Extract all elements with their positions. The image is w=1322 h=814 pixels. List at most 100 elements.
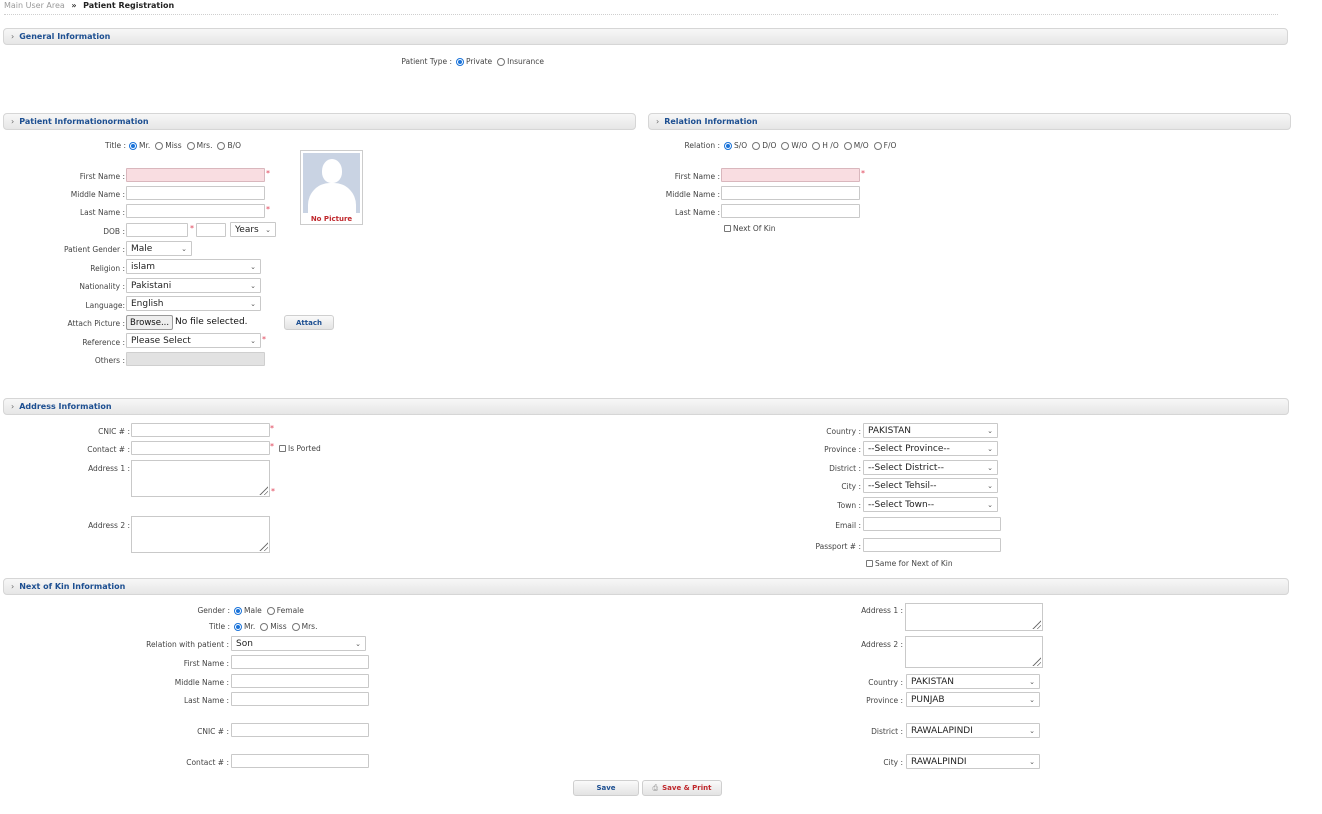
radio-kin-female-label: Female xyxy=(276,606,304,615)
kin-address2-label: Address 2 : xyxy=(861,640,903,649)
breadcrumb-parent[interactable]: Main User Area xyxy=(4,1,65,10)
chevron-down-icon: ⌄ xyxy=(1029,695,1035,704)
radio-mo[interactable] xyxy=(843,141,852,150)
radio-bo[interactable] xyxy=(217,141,226,150)
kin-relation-select[interactable]: Son ⌄ xyxy=(231,636,366,651)
required-icon: * xyxy=(270,442,274,451)
attach-button[interactable]: Attach xyxy=(284,315,334,330)
radio-so[interactable] xyxy=(724,141,732,150)
kin-cnic-label: CNIC # : xyxy=(197,727,229,736)
kin-address2-textarea[interactable] xyxy=(905,636,1043,668)
kin-middle-name-input[interactable] xyxy=(231,674,369,688)
radio-kin-mr[interactable] xyxy=(234,622,242,631)
kin-cnic-input[interactable] xyxy=(231,723,369,737)
relation-first-name-input[interactable] xyxy=(721,168,860,182)
email-input[interactable] xyxy=(863,517,1001,531)
address2-label: Address 2 : xyxy=(88,521,130,530)
section-general-information[interactable]: › General Information xyxy=(3,28,1288,45)
town-select[interactable]: --Select Town-- ⌄ xyxy=(863,497,998,512)
chevron-down-icon: ⌄ xyxy=(987,481,993,490)
section-patient-information[interactable]: › Patient Informationormation xyxy=(3,113,636,130)
radio-insurance[interactable] xyxy=(497,57,506,66)
save-button-label: Save xyxy=(596,784,616,792)
expand-arrow-icon: › xyxy=(656,117,660,126)
age-unit-select[interactable]: Years ⌄ xyxy=(230,222,276,237)
is-ported-row: Is Ported xyxy=(279,444,321,453)
radio-kin-miss[interactable] xyxy=(260,622,269,631)
section-next-of-kin-information[interactable]: › Next of Kin Information xyxy=(3,578,1289,595)
section-address-information[interactable]: › Address Information xyxy=(3,398,1289,415)
passport-input[interactable] xyxy=(863,538,1001,552)
kin-title-label: Title : xyxy=(209,622,230,631)
next-of-kin-checkbox[interactable] xyxy=(724,225,731,232)
kin-contact-input[interactable] xyxy=(231,754,369,768)
age-input[interactable] xyxy=(196,223,226,237)
radio-bo-label: B/O xyxy=(227,141,242,150)
relation-last-name-input[interactable] xyxy=(721,204,860,218)
breadcrumb-current: Patient Registration xyxy=(83,1,175,10)
section-title: Patient Informationormation xyxy=(19,117,149,126)
address2-textarea[interactable] xyxy=(131,516,270,553)
resize-grip-icon[interactable] xyxy=(258,485,268,495)
district-select[interactable]: --Select District-- ⌄ xyxy=(863,460,998,475)
passport-label: Passport # : xyxy=(815,542,861,551)
last-name-input[interactable] xyxy=(126,204,265,218)
kin-address1-textarea[interactable] xyxy=(905,603,1043,631)
kin-city-select[interactable]: RAWALPINDI ⌄ xyxy=(906,754,1040,769)
country-select[interactable]: PAKISTAN ⌄ xyxy=(863,423,998,438)
gender-value: Male xyxy=(131,243,153,254)
religion-select[interactable]: islam ⌄ xyxy=(126,259,261,274)
radio-fo[interactable] xyxy=(873,141,882,150)
radio-mr-label: Mr. xyxy=(139,141,151,150)
email-label: Email : xyxy=(835,521,861,530)
section-title: Relation Information xyxy=(664,117,758,126)
reference-select[interactable]: Please Select ⌄ xyxy=(126,333,261,348)
radio-ho-label: H /O xyxy=(822,141,839,150)
address1-textarea[interactable] xyxy=(131,460,270,497)
province-select[interactable]: --Select Province-- ⌄ xyxy=(863,441,998,456)
radio-mrs[interactable] xyxy=(186,141,195,150)
city-select[interactable]: --Select Tehsil-- ⌄ xyxy=(863,478,998,493)
last-name-label: Last Name : xyxy=(79,208,125,217)
kin-first-name-input[interactable] xyxy=(231,655,369,669)
radio-kin-male[interactable] xyxy=(234,606,242,615)
radio-ho[interactable] xyxy=(812,141,821,150)
section-relation-information[interactable]: › Relation Information xyxy=(648,113,1291,130)
breadcrumb: Main User Area » Patient Registration xyxy=(4,1,174,10)
middle-name-input[interactable] xyxy=(126,186,265,200)
save-button[interactable]: Save xyxy=(573,780,639,796)
nationality-select[interactable]: Pakistani ⌄ xyxy=(126,278,261,293)
radio-wo[interactable] xyxy=(781,141,790,150)
kin-contact-label: Contact # : xyxy=(186,758,229,767)
radio-miss[interactable] xyxy=(155,141,164,150)
printer-icon: ⎙ xyxy=(652,783,659,792)
radio-private[interactable] xyxy=(456,57,464,66)
resize-grip-icon[interactable] xyxy=(258,541,268,551)
kin-district-label: District : xyxy=(871,727,903,736)
cnic-input[interactable] xyxy=(131,423,270,437)
language-value: English xyxy=(131,298,164,309)
radio-do[interactable] xyxy=(752,141,761,150)
radio-private-label: Private xyxy=(466,57,493,66)
kin-district-select[interactable]: RAWALAPINDI ⌄ xyxy=(906,723,1040,738)
relation-middle-name-input[interactable] xyxy=(721,186,860,200)
kin-province-select[interactable]: PUNJAB ⌄ xyxy=(906,692,1040,707)
radio-so-label: S/O xyxy=(734,141,748,150)
same-for-kin-checkbox[interactable] xyxy=(866,560,873,567)
is-ported-checkbox[interactable] xyxy=(279,445,286,452)
browse-button[interactable]: Browse... xyxy=(126,315,174,330)
radio-mr[interactable] xyxy=(129,141,137,150)
first-name-input[interactable] xyxy=(126,168,265,182)
kin-last-name-input[interactable] xyxy=(231,692,369,706)
resize-grip-icon[interactable] xyxy=(1031,656,1041,666)
language-select[interactable]: English ⌄ xyxy=(126,296,261,311)
kin-country-select[interactable]: PAKISTAN ⌄ xyxy=(906,674,1040,689)
dob-input[interactable] xyxy=(126,223,188,237)
resize-grip-icon[interactable] xyxy=(1031,619,1041,629)
radio-kin-mrs[interactable] xyxy=(291,622,300,631)
nationality-value: Pakistani xyxy=(131,280,172,291)
gender-select[interactable]: Male ⌄ xyxy=(126,241,192,256)
save-print-button[interactable]: ⎙ Save & Print xyxy=(642,780,722,796)
contact-input[interactable] xyxy=(131,441,270,455)
radio-kin-female[interactable] xyxy=(266,606,275,615)
